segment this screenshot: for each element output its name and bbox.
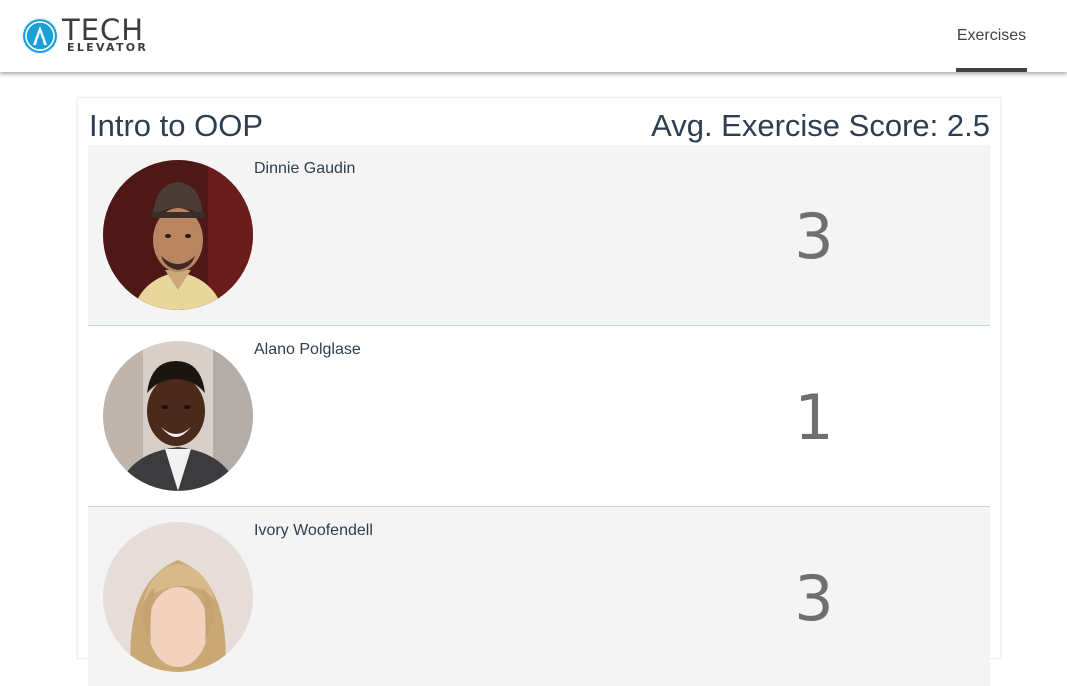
student-avatar	[103, 522, 253, 672]
avg-exercise-score: Avg. Exercise Score: 2.5	[651, 108, 990, 144]
tech-elevator-logo-icon	[22, 18, 58, 54]
nav-tab-exercises-label: Exercises	[956, 27, 1027, 44]
avg-score-value: 2.5	[946, 108, 990, 143]
student-avatar	[103, 341, 253, 491]
student-avatar	[103, 160, 253, 310]
student-photo-icon	[103, 522, 253, 672]
course-card: Intro to OOP Avg. Exercise Score: 2.5 Di…	[77, 97, 1001, 686]
student-score: 3	[794, 562, 834, 635]
student-row[interactable]: Ivory Woofendell 3	[88, 506, 990, 686]
avg-score-label: Avg. Exercise Score:	[651, 108, 939, 143]
student-photo-icon	[103, 160, 253, 310]
student-row[interactable]: Alano Polglase 1	[88, 325, 990, 505]
student-row[interactable]: Dinnie Gaudin 3	[88, 145, 990, 325]
top-nav-bar: TECH ELEVATOR Exercises	[0, 0, 1067, 72]
student-score: 1	[794, 381, 834, 454]
nav-tab-exercises[interactable]: Exercises	[956, 0, 1027, 72]
student-name: Ivory Woofendell	[254, 522, 373, 539]
student-name: Alano Polglase	[254, 341, 361, 358]
student-photo-icon	[103, 341, 253, 491]
student-score: 3	[794, 200, 834, 273]
student-name: Dinnie Gaudin	[254, 160, 356, 177]
tech-elevator-logo[interactable]: TECH ELEVATOR	[22, 13, 162, 56]
course-title: Intro to OOP	[89, 108, 264, 143]
logo-sub-text: ELEVATOR	[67, 41, 149, 54]
